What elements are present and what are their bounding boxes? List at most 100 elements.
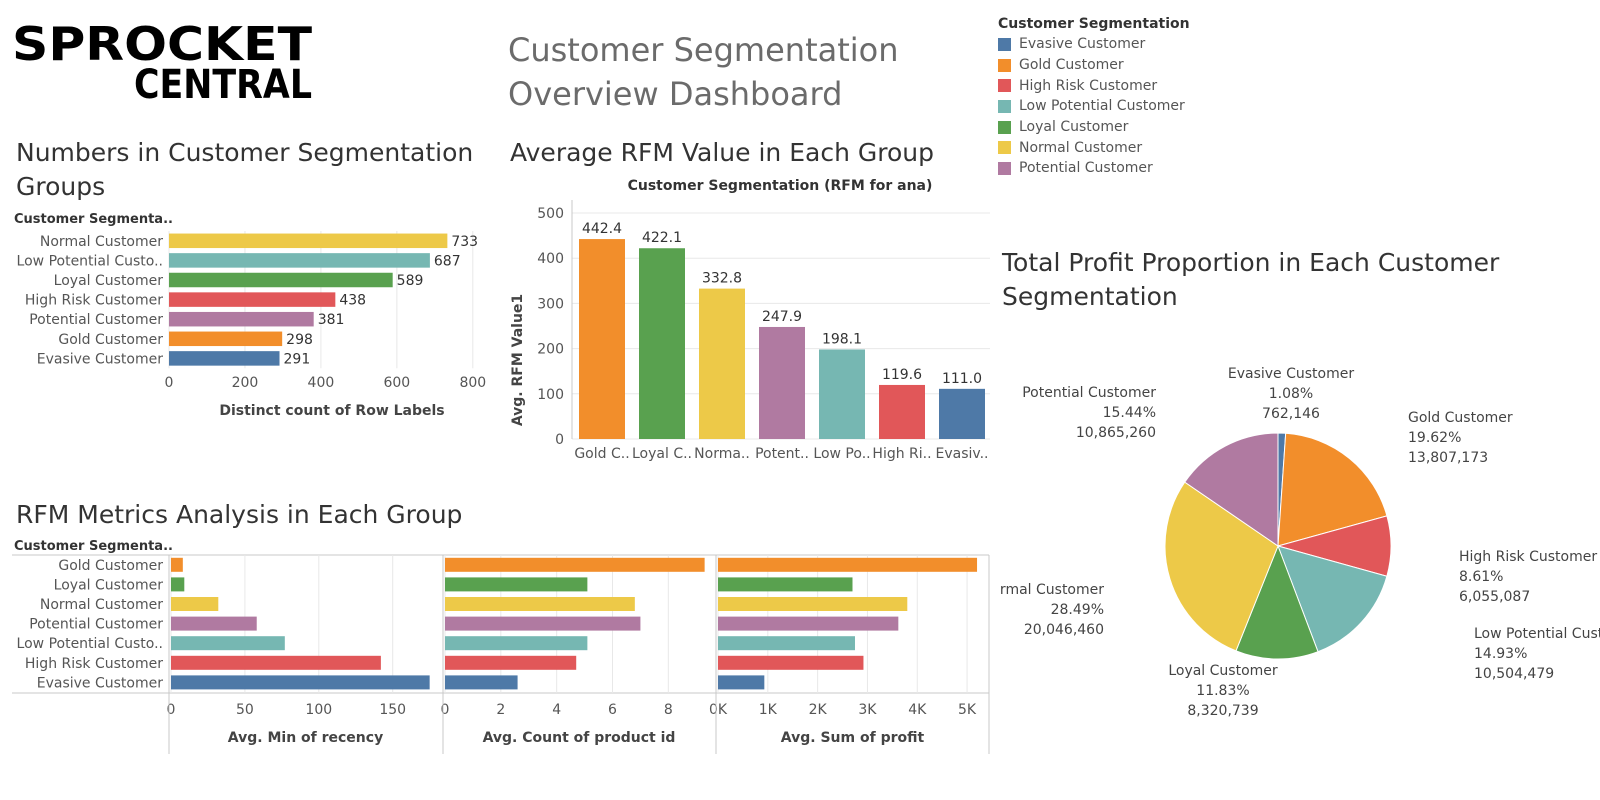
avg-rfm-section-title: Average RFM Value in Each Group xyxy=(510,138,934,167)
legend-items: Evasive Customer Gold Customer High Risk C… xyxy=(998,34,1228,179)
bar xyxy=(169,311,314,327)
slice-label-line: 10,865,260 xyxy=(1076,425,1156,441)
slice-label-line: Potential Customer xyxy=(1022,385,1156,401)
data-label: 291 xyxy=(284,351,311,367)
slice-label-line: 15.44% xyxy=(1103,405,1156,421)
bar xyxy=(718,675,765,690)
legend-label: Loyal Customer xyxy=(1019,119,1129,136)
avg-rfm-bar-chart: Customer Segmentation (RFM for ana) 500 40… xyxy=(510,178,990,462)
bar xyxy=(169,233,448,249)
x-tick-label: 600 xyxy=(383,375,410,391)
metrics-bar-chart: Customer Segmenta.. Gold Customer Loyal Cu… xyxy=(12,539,990,754)
bar xyxy=(171,557,183,572)
category-label: Low Potential Custo.. xyxy=(17,253,163,269)
category-label: Loyal Customer xyxy=(54,577,164,593)
bar xyxy=(819,349,865,439)
category-label: Potential Customer xyxy=(29,617,163,633)
bar xyxy=(171,597,219,611)
dashboard-title: Customer Segmentation Overview Dashboard xyxy=(508,31,899,113)
legend-label: Gold Customer xyxy=(1019,57,1124,74)
x-tick-label: 400 xyxy=(308,375,335,391)
x-tick-label: 8 xyxy=(664,702,673,718)
slice-label-line: 28.49% xyxy=(1051,602,1104,618)
bar xyxy=(445,675,518,690)
slice-label: Potential Customer 15.44% 10,865,260 xyxy=(1022,385,1156,441)
legend-swatch xyxy=(998,37,1011,51)
slice-label-line: Gold Customer xyxy=(1408,410,1513,426)
slice-label-line: 8,320,739 xyxy=(1187,703,1258,719)
category-label: High Risk Customer xyxy=(25,293,163,309)
x-tick-label: 50 xyxy=(236,702,254,718)
bar xyxy=(445,557,705,572)
x-tick-label: 2K xyxy=(809,702,828,718)
category-label: Potential Customer xyxy=(29,312,163,328)
data-label: 422.1 xyxy=(642,230,682,246)
bar xyxy=(169,292,336,307)
x-axis-title: Avg. Sum of profit xyxy=(781,730,925,746)
category-label: Normal Customer xyxy=(40,234,163,250)
logo-text-line2: CENTRAL xyxy=(134,62,312,100)
legend-label: Low Potential Customer xyxy=(1019,98,1185,115)
bar xyxy=(939,388,985,439)
legend-label: High Risk Customer xyxy=(1019,77,1158,94)
y-axis-title: Avg. RFM Value1 xyxy=(510,294,526,426)
bar xyxy=(718,655,864,670)
data-label: 381 xyxy=(318,312,345,328)
x-tick-label: 100 xyxy=(305,702,332,718)
legend-label: Normal Customer xyxy=(1019,139,1143,156)
bar xyxy=(445,577,588,592)
data-label: 111.0 xyxy=(942,371,982,387)
legend-item[interactable]: Loyal Customer xyxy=(998,117,1228,138)
category-label: Potent.. xyxy=(755,446,809,462)
slice-label-line: 14.93% xyxy=(1474,646,1527,662)
data-label: 332.8 xyxy=(702,271,742,287)
category-label: Low Po.. xyxy=(813,446,870,462)
bar xyxy=(718,616,899,631)
bar xyxy=(718,577,853,592)
slice-label-line: Low Potential Customer xyxy=(1474,626,1600,642)
bar xyxy=(718,557,978,572)
bar xyxy=(171,616,257,631)
slice-label-line: 20,046,460 xyxy=(1024,622,1104,638)
x-tick-label: 2 xyxy=(496,702,505,718)
x-tick-label: 0 xyxy=(167,702,176,718)
slice-label-line: Loyal Customer xyxy=(1168,663,1278,679)
slice-label-line: 1.08% xyxy=(1269,386,1313,402)
bar xyxy=(445,636,588,651)
y-tick-label: 100 xyxy=(537,387,564,403)
slice-label-line: 762,146 xyxy=(1262,406,1320,422)
profit-pie-chart: Evasive Customer 1.08% 762,146 Gold Custome… xyxy=(1000,366,1600,719)
category-label: Loyal C.. xyxy=(632,446,692,462)
legend-item[interactable]: Normal Customer xyxy=(998,137,1228,158)
legend-item[interactable]: Gold Customer xyxy=(998,55,1228,76)
slice-label-line: 11.83% xyxy=(1196,683,1249,699)
color-legend: Customer Segmentation Evasive Customer Go… xyxy=(998,14,1228,179)
bar xyxy=(718,636,855,651)
category-label: Low Potential Custo.. xyxy=(17,636,163,652)
slice-label: Loyal Customer 11.83% 8,320,739 xyxy=(1168,663,1278,719)
category-label: Loyal Customer xyxy=(54,273,164,289)
legend-label: Potential Customer xyxy=(1019,160,1153,177)
profit-section-title: Total Profit Proportion in Each Customer… xyxy=(1002,248,1500,311)
slice-label-line: 19.62% xyxy=(1408,430,1461,446)
x-tick-label: 200 xyxy=(232,375,259,391)
legend-item[interactable]: Low Potential Customer xyxy=(998,96,1228,117)
x-axis-title: Distinct count of Row Labels xyxy=(219,403,444,419)
legend-item[interactable]: High Risk Customer xyxy=(998,75,1228,96)
slice-label: Normal Customer 28.49% 20,046,460 xyxy=(1000,582,1104,638)
x-tick-label: 3K xyxy=(858,702,877,718)
bar xyxy=(445,597,635,611)
legend-title: Customer Segmentation xyxy=(998,16,1190,32)
category-label: Evasive Customer xyxy=(37,351,163,367)
legend-item[interactable]: Evasive Customer xyxy=(998,34,1228,55)
x-tick-label: 800 xyxy=(459,375,486,391)
counts-bar-chart: Customer Segmenta.. 0 200 400 600 800 Normal C… xyxy=(14,212,486,419)
legend-swatch xyxy=(998,141,1011,155)
x-tick-label: 0 xyxy=(441,702,450,718)
legend-swatch xyxy=(998,120,1011,134)
bar xyxy=(718,597,908,611)
legend-swatch xyxy=(998,99,1011,113)
x-tick-label: 5K xyxy=(958,702,977,718)
x-tick-label: 4K xyxy=(908,702,927,718)
legend-item[interactable]: Potential Customer xyxy=(998,158,1228,179)
